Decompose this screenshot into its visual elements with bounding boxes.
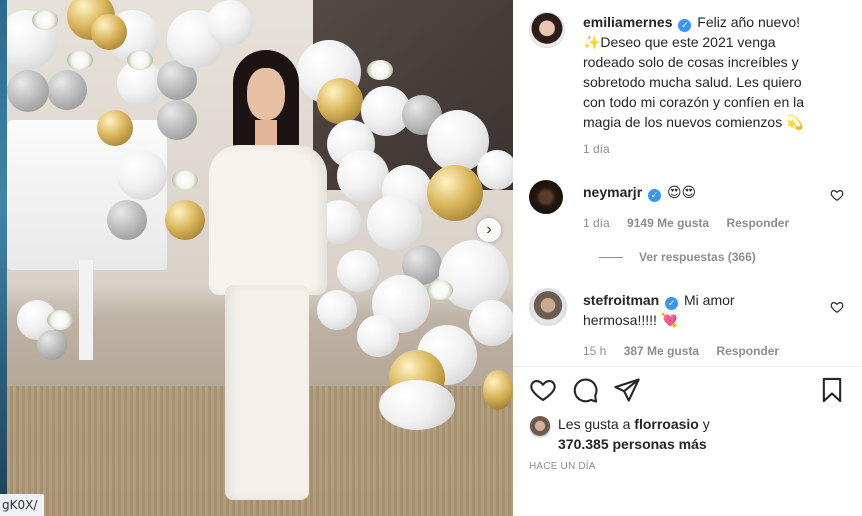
liker-avatar[interactable] (529, 416, 551, 438)
balloon (97, 110, 133, 146)
balloon (47, 70, 87, 110)
comment-like-button[interactable] (830, 188, 844, 205)
author-username[interactable]: emiliamernes (583, 14, 673, 30)
balloon (439, 240, 509, 310)
comment-time[interactable]: 15 h (583, 344, 606, 358)
replies-divider-line (599, 257, 623, 259)
comment-icon (573, 378, 598, 403)
balloon (337, 150, 389, 202)
like-button[interactable] (529, 376, 559, 406)
panel-divider (513, 366, 862, 367)
comment-username[interactable]: stefroitman (583, 292, 659, 308)
chevron-right-icon: › (486, 221, 492, 238)
paper-plane-icon (614, 378, 640, 402)
balloon (207, 0, 253, 46)
flower (427, 280, 453, 300)
bookmark-icon (822, 377, 842, 403)
comment-like-button[interactable] (830, 300, 844, 317)
balloon (117, 150, 167, 200)
balloon (483, 370, 513, 410)
comment-button[interactable] (571, 376, 601, 406)
background-strip (0, 0, 7, 516)
post-photo[interactable] (7, 0, 513, 516)
verified-badge-icon: ✓ (678, 19, 692, 32)
caption-meta: 1 día (583, 142, 624, 156)
heart-outline-icon (830, 302, 844, 313)
photo-piano-leg (79, 260, 93, 360)
balloon (107, 200, 147, 240)
comment-item: neymarjr ✓ 😍😍 1 día 9149 Me gusta Respon… (529, 180, 846, 270)
view-replies-button[interactable]: Ver respuestas (366) (599, 250, 756, 264)
likes-summary: Les gusta a florroasio y 370.385 persona… (529, 414, 846, 454)
comment-body-line: Mi amor (684, 292, 735, 308)
flower (47, 310, 73, 330)
photo-subject (195, 50, 335, 512)
comment-reply-button[interactable]: Responder (716, 344, 779, 358)
share-button[interactable] (613, 376, 643, 406)
post-timestamp[interactable]: HACE UN DÍA (529, 461, 596, 472)
caption-time[interactable]: 1 día (583, 142, 610, 156)
caption-line: magia de los nuevos comienzos 💫 (583, 114, 804, 130)
liker-username[interactable]: florroasio (634, 416, 699, 432)
caption-line: sobretodo mucha salud. Les quiero (583, 74, 802, 90)
balloon (7, 70, 49, 112)
view-replies-label: Ver respuestas (366) (639, 250, 756, 264)
comment-time[interactable]: 1 día (583, 216, 610, 230)
carousel-next-button[interactable]: › (477, 218, 501, 242)
balloon (469, 300, 513, 346)
action-bar (529, 376, 848, 410)
balloon (477, 150, 513, 190)
photo-subject-face (247, 68, 285, 120)
comment-avatar[interactable] (529, 288, 567, 326)
comment-meta: 15 h 387 Me gusta Responder (583, 344, 793, 358)
flower (32, 10, 58, 30)
comment-avatar[interactable] (529, 180, 563, 214)
balloon (91, 14, 127, 50)
balloon (37, 330, 67, 360)
verified-badge-icon: ✓ (665, 297, 679, 310)
verified-badge-icon: ✓ (648, 189, 662, 202)
photo-subject-jacket (209, 145, 327, 295)
flower (127, 50, 153, 70)
caption-line: Feliz año nuevo! (697, 14, 801, 30)
heart-icon (530, 379, 556, 402)
heart-outline-icon (830, 190, 844, 201)
comment-body: 😍😍 (666, 184, 697, 200)
likes-connector: y (702, 416, 710, 432)
flower (367, 60, 393, 80)
comments-section: emiliamernes ✓ Feliz año nuevo! ✨Deseo q… (513, 0, 862, 366)
comment-meta: 1 día 9149 Me gusta Responder (583, 216, 803, 230)
flower (67, 50, 93, 70)
comment-item: stefroitman ✓ Mi amor hermosa!!!!! 💘 15 … (529, 288, 846, 368)
comment-reply-button[interactable]: Responder (726, 216, 789, 230)
author-avatar[interactable] (529, 12, 565, 48)
comment-username[interactable]: neymarjr (583, 184, 642, 200)
comment-likes[interactable]: 387 Me gusta (624, 344, 699, 358)
balloon (357, 315, 399, 357)
caption-line: ✨Deseo que este 2021 venga (583, 34, 776, 50)
balloon (367, 195, 422, 250)
post-caption: emiliamernes ✓ Feliz año nuevo! ✨Deseo q… (529, 12, 846, 162)
likes-prefix: Les gusta a (558, 416, 631, 432)
likes-count[interactable]: 370.385 personas más (558, 436, 707, 452)
balloon (337, 250, 379, 292)
caption-line: con todo mi corazón y confíen en la (583, 94, 805, 110)
caption-text: emiliamernes ✓ Feliz año nuevo! ✨Deseo q… (583, 12, 846, 132)
comment-likes[interactable]: 9149 Me gusta (627, 216, 709, 230)
balloon (427, 165, 483, 221)
balloon (379, 380, 455, 430)
comment-text: stefroitman ✓ Mi amor hermosa!!!!! 💘 (583, 290, 846, 330)
save-button[interactable] (818, 376, 848, 406)
url-fragment: gK0X/ (0, 494, 44, 516)
balloon (157, 100, 197, 140)
likes-text: Les gusta a florroasio y 370.385 persona… (558, 414, 710, 454)
comment-body-line: hermosa!!!!! 💘 (583, 312, 679, 328)
post-panel: emiliamernes ✓ Feliz año nuevo! ✨Deseo q… (513, 0, 862, 516)
photo-subject-pants (225, 285, 309, 500)
comment-text: neymarjr ✓ 😍😍 (583, 182, 846, 202)
caption-line: rodeado solo de cosas increíbles y (583, 54, 799, 70)
